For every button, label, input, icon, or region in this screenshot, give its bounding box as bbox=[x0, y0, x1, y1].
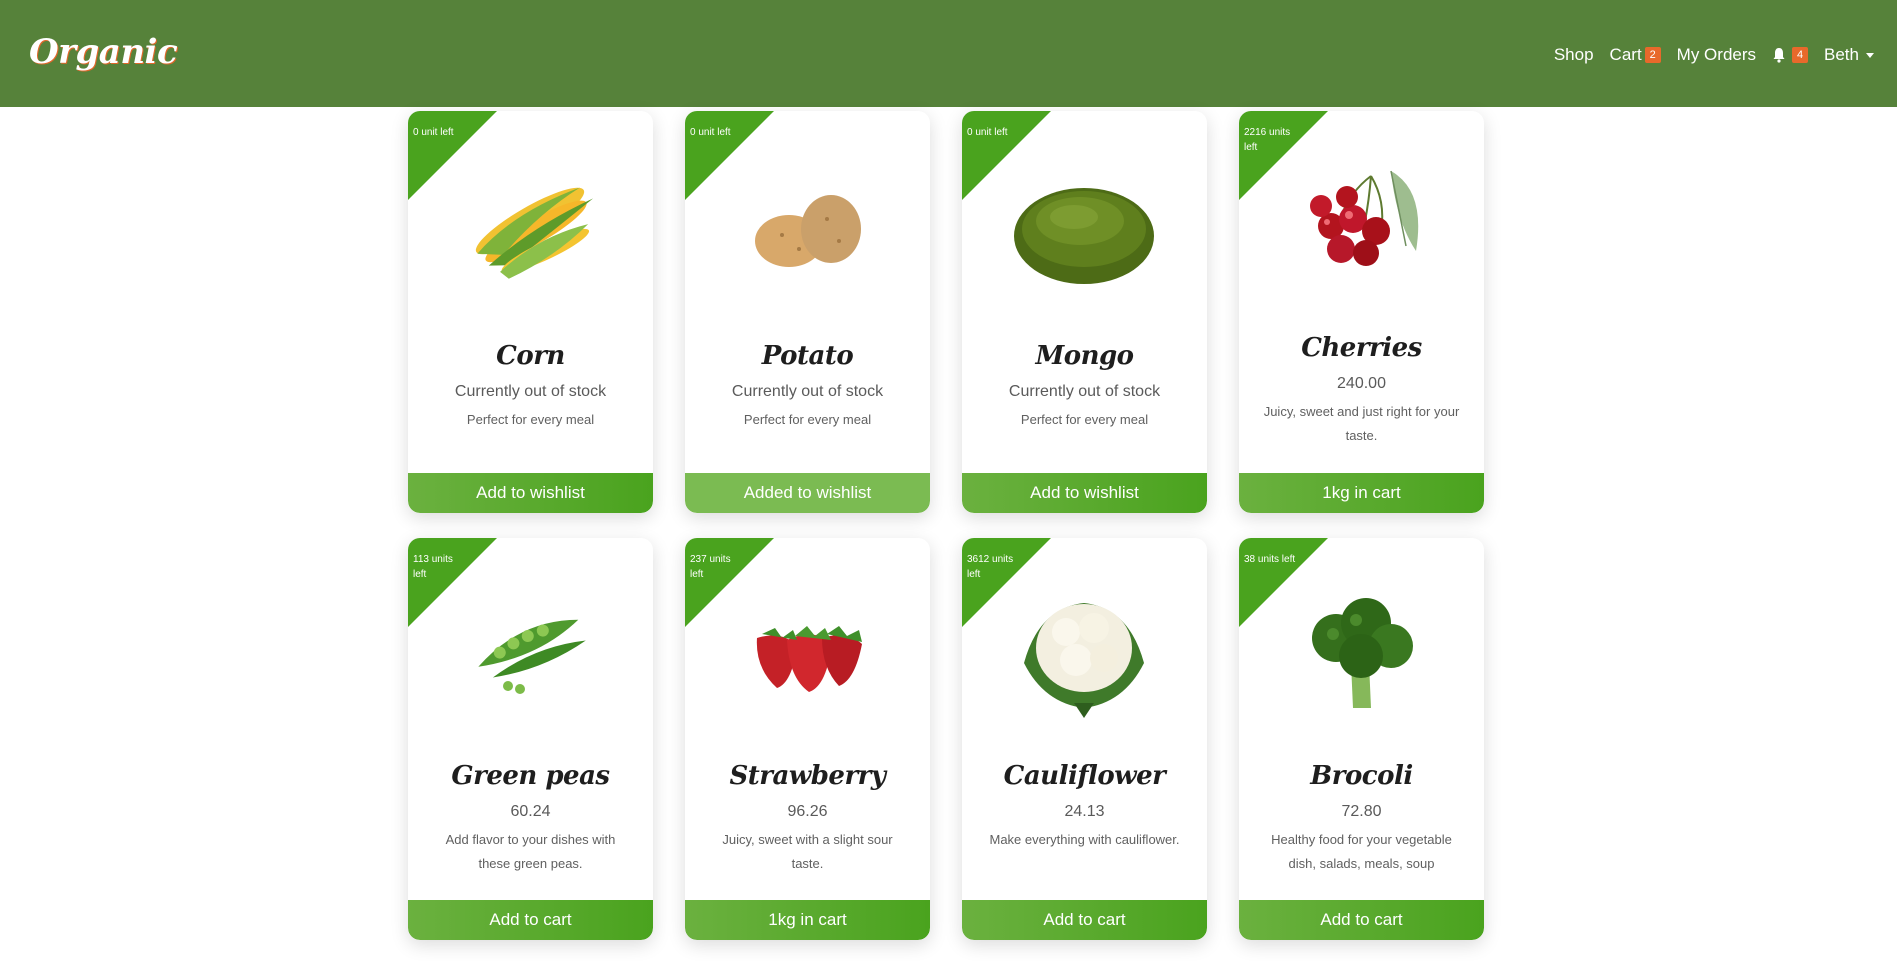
product-price: Currently out of stock bbox=[731, 383, 884, 400]
nav-menu: Shop Cart 2 My Orders 4 Beth bbox=[1554, 40, 1874, 70]
product-price: Currently out of stock bbox=[1008, 383, 1161, 400]
product-card[interactable]: 0 unit left Mongo Currently out of stock… bbox=[962, 111, 1207, 513]
cart-label: Cart bbox=[1609, 45, 1642, 64]
product-action-button[interactable]: Add to cart bbox=[962, 900, 1207, 940]
nav-cart-link[interactable]: Cart 2 bbox=[1610, 45, 1661, 65]
product-action-button[interactable]: 1kg in cart bbox=[685, 900, 930, 940]
product-price: 60.24 bbox=[510, 803, 551, 820]
product-name[interactable]: Potato bbox=[685, 341, 930, 371]
potato-image[interactable] bbox=[727, 141, 887, 291]
navbar: Organic Shop Cart 2 My Orders 4 Beth bbox=[0, 0, 1897, 107]
product-name[interactable]: Corn bbox=[408, 341, 653, 371]
product-card[interactable]: 3612 units left Cauliflower 24.13 Make e… bbox=[962, 538, 1207, 940]
strawberry-image[interactable] bbox=[727, 568, 887, 718]
product-name[interactable]: Cherries bbox=[1239, 333, 1484, 363]
bell-icon bbox=[1773, 48, 1785, 63]
stock-label: 0 unit left bbox=[967, 127, 1008, 138]
product-description: Perfect for every meal bbox=[1020, 412, 1149, 427]
nav-orders-link[interactable]: My Orders bbox=[1677, 45, 1756, 65]
corn-image[interactable] bbox=[450, 141, 610, 291]
product-name[interactable]: Brocoli bbox=[1239, 761, 1484, 791]
product-description: Perfect for every meal bbox=[743, 412, 872, 427]
green-peas-image[interactable] bbox=[450, 568, 610, 718]
product-description: Add flavor to your dishes with these gre… bbox=[445, 832, 616, 871]
product-action-button[interactable]: Add to wishlist bbox=[408, 473, 653, 513]
product-name[interactable]: Cauliflower bbox=[962, 761, 1207, 791]
cart-count-badge: 2 bbox=[1644, 47, 1661, 63]
mongo-image[interactable] bbox=[1004, 141, 1164, 291]
user-name: Beth bbox=[1824, 45, 1859, 64]
product-card[interactable]: 0 unit left Corn Currently out of stock … bbox=[408, 111, 653, 513]
user-menu-dropdown[interactable]: Beth bbox=[1824, 45, 1874, 65]
product-action-button[interactable]: Add to cart bbox=[408, 900, 653, 940]
product-action-button[interactable]: 1kg in cart bbox=[1239, 473, 1484, 513]
product-action-button[interactable]: Add to wishlist bbox=[962, 473, 1207, 513]
cauliflower-image[interactable] bbox=[1004, 568, 1164, 718]
notifications-count-badge: 4 bbox=[1792, 47, 1809, 63]
product-action-button[interactable]: Add to cart bbox=[1239, 900, 1484, 940]
nav-shop-link[interactable]: Shop bbox=[1554, 45, 1594, 65]
product-price: 240.00 bbox=[1337, 375, 1386, 392]
product-description: Juicy, sweet with a slight sour taste. bbox=[722, 832, 893, 871]
product-description: Perfect for every meal bbox=[466, 412, 595, 427]
product-name[interactable]: Green peas bbox=[408, 761, 653, 791]
stock-label: 0 unit left bbox=[413, 127, 454, 138]
product-description: Make everything with cauliflower. bbox=[989, 832, 1180, 847]
product-name[interactable]: Mongo bbox=[962, 341, 1207, 371]
product-price: Currently out of stock bbox=[454, 383, 607, 400]
product-action-button[interactable]: Added to wishlist bbox=[685, 473, 930, 513]
notifications-button[interactable]: 4 bbox=[1772, 47, 1809, 63]
stock-label: 38 units left bbox=[1244, 554, 1296, 565]
product-price: 96.26 bbox=[787, 803, 828, 820]
caret-down-icon bbox=[1866, 52, 1874, 58]
product-card[interactable]: 2216 units left Cherries 240.00 Juicy, s… bbox=[1239, 111, 1484, 513]
product-price: 24.13 bbox=[1064, 803, 1105, 820]
product-price: 72.80 bbox=[1341, 803, 1382, 820]
product-card[interactable]: 38 units left Brocoli 72.80 Healthy food… bbox=[1239, 538, 1484, 940]
product-card[interactable]: 113 units left Green peas 60.24 Add flav… bbox=[408, 538, 653, 940]
product-description: Juicy, sweet and just right for your tas… bbox=[1263, 404, 1460, 443]
product-name[interactable]: Strawberry bbox=[685, 761, 930, 791]
brand-logo[interactable]: Organic bbox=[29, 32, 178, 72]
product-card[interactable]: 0 unit left Potato Currently out of stoc… bbox=[685, 111, 930, 513]
product-description: Healthy food for your vegetable dish, sa… bbox=[1271, 832, 1452, 871]
cherries-image[interactable] bbox=[1281, 141, 1441, 291]
broccoli-image[interactable] bbox=[1281, 568, 1441, 718]
product-card[interactable]: 237 units left Strawberry 96.26 Juicy, s… bbox=[685, 538, 930, 940]
stock-label: 0 unit left bbox=[690, 127, 731, 138]
